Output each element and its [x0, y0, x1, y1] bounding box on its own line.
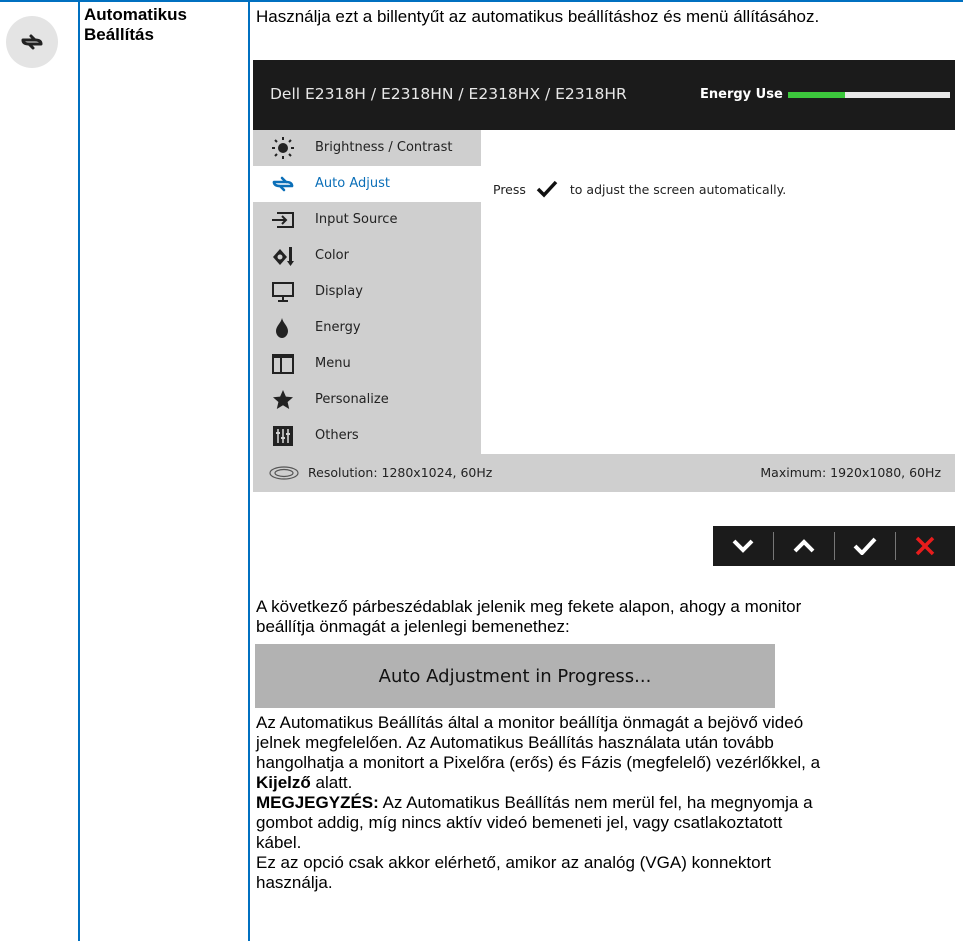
osd-header: Dell E2318H / E2318HN / E2318HX / E2318H… [253, 60, 955, 130]
note-text: Az Automatikus Beállítás nem merül fel, … [378, 793, 813, 812]
down-button[interactable] [713, 526, 773, 566]
feature-intro: Használja ezt a billentyűt az automatiku… [256, 7, 820, 26]
up-button[interactable] [774, 526, 834, 566]
osd-instruction: Press to adjust the screen automatically… [493, 180, 786, 198]
column-divider-left [78, 0, 80, 941]
display-icon [272, 282, 294, 302]
osd-model-name: Dell E2318H / E2318HN / E2318HX / E2318H… [270, 85, 627, 103]
feature-title: Automatikus Beállítás [84, 5, 244, 45]
resolution-text: Resolution: 1280x1024, 60Hz [308, 465, 493, 480]
osd-content-panel: Press to adjust the screen automatically… [481, 130, 955, 454]
check-icon [853, 537, 877, 555]
auto-adjust-icon [21, 34, 43, 50]
menu-item-menu[interactable]: Menu [253, 346, 481, 382]
menu-item-color[interactable]: Color [253, 238, 481, 274]
energy-icon [276, 318, 288, 338]
dialog-intro-line1: A következő párbeszédablak jelenik meg f… [256, 597, 802, 616]
menu-item-label: Brightness / Contrast [315, 140, 453, 155]
menu-item-input-source[interactable]: Input Source [253, 202, 481, 238]
osd-footer: Resolution: 1280x1024, 60Hz Maximum: 192… [253, 454, 955, 492]
up-arrow-icon [793, 539, 815, 553]
progress-text: Auto Adjustment in Progress... [378, 665, 652, 687]
others-icon [273, 426, 293, 446]
osd-button-bar [713, 526, 955, 566]
menu-item-brightness-contrast[interactable]: Brightness / Contrast [253, 130, 481, 166]
maximum-resolution-text: Maximum: 1920x1080, 60Hz [760, 465, 941, 480]
press-text: Press [493, 181, 526, 197]
menu-item-label: Others [315, 428, 359, 443]
menu-item-label: Menu [315, 356, 351, 371]
menu-item-auto-adjust[interactable]: Auto Adjust [253, 166, 481, 202]
description-paragraph: Az Automatikus Beállítás által a monitor… [256, 713, 956, 893]
confirm-button[interactable] [835, 526, 895, 566]
note-label: MEGJEGYZÉS: [256, 793, 379, 812]
star-icon [273, 390, 293, 409]
press-after-text: to adjust the screen automatically. [569, 181, 787, 197]
menu-item-others[interactable]: Others [253, 418, 481, 454]
menu-item-label: Color [315, 248, 349, 263]
menu-item-label: Display [315, 284, 363, 299]
osd-menu: Dell E2318H / E2318HN / E2318HX / E2318H… [253, 60, 955, 492]
note-line: MEGJEGYZÉS: Az Automatikus Beállítás nem… [256, 793, 956, 813]
check-icon [536, 180, 558, 198]
feature-title-line2: Beállítás [84, 25, 154, 44]
resolution-icon [269, 466, 299, 480]
feature-title-line1: Automatikus [84, 5, 187, 24]
auto-adjust-icon [272, 176, 294, 192]
note-line: kábel. [256, 833, 302, 852]
color-icon [273, 247, 294, 266]
auto-adjust-badge [6, 16, 58, 68]
input-source-icon [272, 212, 294, 228]
energy-use-label: Energy Use [700, 87, 783, 102]
energy-use-fill [788, 92, 845, 98]
menu-item-display[interactable]: Display [253, 274, 481, 310]
desc-line: Az Automatikus Beállítás által a monitor… [256, 713, 804, 732]
menu-item-label: Personalize [315, 392, 389, 407]
osd-sidebar: Brightness / Contrast Auto Adjust Input … [253, 130, 481, 454]
menu-item-energy[interactable]: Energy [253, 310, 481, 346]
table-top-border [0, 0, 963, 2]
down-arrow-icon [732, 539, 754, 553]
option-line: Ez az opció csak akkor elérhető, amikor … [256, 853, 771, 872]
menu-item-label: Input Source [315, 212, 398, 227]
brightness-icon [272, 137, 294, 159]
desc-line: jelnek megfelelően. Az Automatikus Beáll… [256, 733, 774, 752]
note-line: gombot addig, míg nincs aktív videó beme… [256, 813, 783, 832]
column-divider-right [248, 0, 250, 941]
close-icon [915, 536, 935, 556]
desc-end: alatt. [310, 773, 353, 792]
exit-button[interactable] [895, 526, 955, 566]
dialog-intro-line2: beállítja önmagát a jelenlegi bemenethez… [256, 617, 570, 636]
menu-item-personalize[interactable]: Personalize [253, 382, 481, 418]
option-line: használja. [256, 873, 333, 892]
menu-icon [272, 354, 294, 374]
menu-item-label: Energy [315, 320, 361, 335]
dialog-intro: A következő párbeszédablak jelenik meg f… [256, 597, 956, 637]
display-menu-ref: Kijelző [256, 773, 311, 792]
energy-use-bar [788, 92, 950, 98]
auto-adjust-progress-dialog: Auto Adjustment in Progress... [255, 644, 775, 708]
menu-item-label: Auto Adjust [315, 176, 390, 191]
desc-line: hangolhatja a monitort a Pixelőra (erős)… [256, 753, 821, 772]
desc-line: Kijelző alatt. [256, 773, 956, 793]
